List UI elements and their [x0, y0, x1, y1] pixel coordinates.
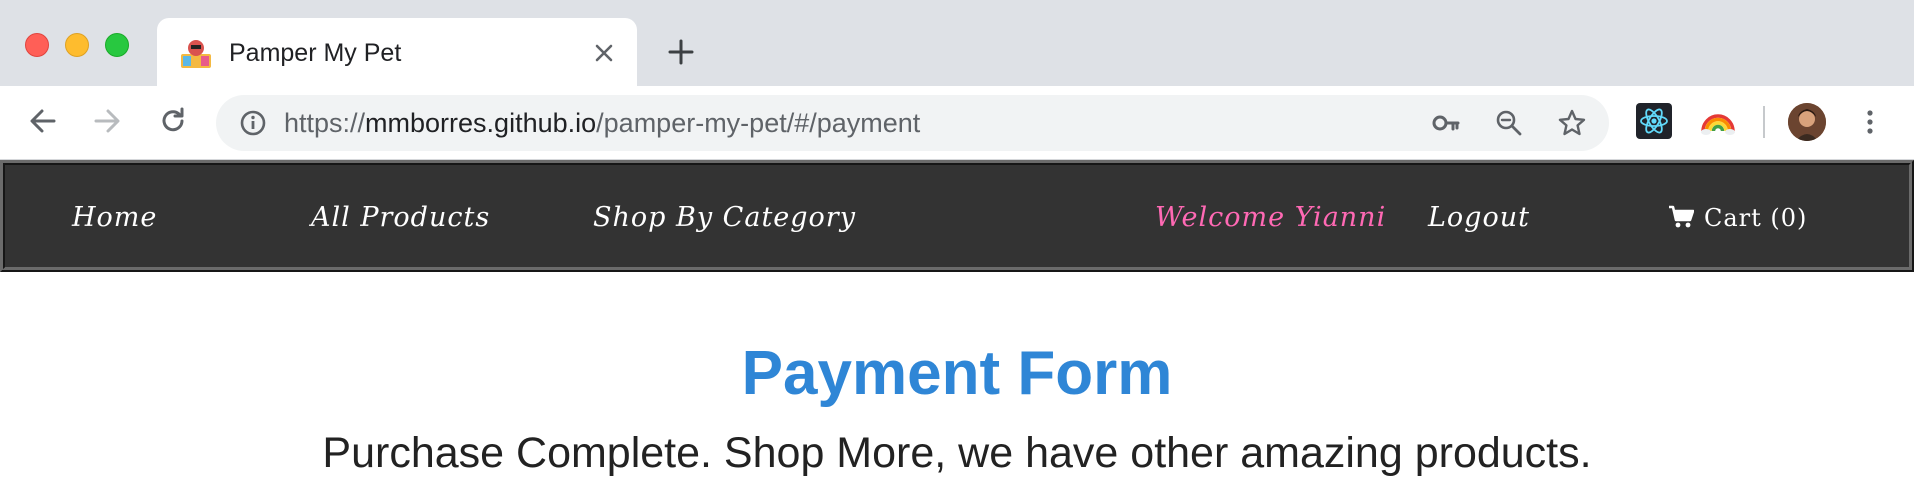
info-icon[interactable]	[238, 108, 268, 138]
nav-shop-by-category-link[interactable]: Shop By Category	[593, 201, 856, 235]
key-icon[interactable]	[1431, 108, 1461, 138]
welcome-user-text: Welcome Yianni	[1155, 202, 1387, 233]
url-scheme: https://	[284, 108, 366, 138]
purchase-complete-message: Purchase Complete. Shop More, we have ot…	[322, 429, 1592, 477]
close-window-button[interactable]	[25, 33, 49, 57]
nav-all-products-link[interactable]: All Products	[311, 201, 490, 235]
shopping-cart-icon	[1669, 205, 1694, 228]
zoom-out-icon[interactable]	[1494, 108, 1524, 138]
toolbar-divider	[1763, 106, 1765, 138]
pet-favicon-icon	[181, 40, 211, 68]
maximize-window-button[interactable]	[105, 33, 129, 57]
nav-logout-link[interactable]: Logout	[1428, 201, 1530, 235]
browser-tab-strip: Pamper My Pet	[0, 0, 1914, 86]
forward-arrow-icon[interactable]	[90, 104, 124, 138]
minimize-window-button[interactable]	[65, 33, 89, 57]
url-host: mmborres.github.io	[365, 108, 597, 138]
nav-cart-link[interactable]: Cart (0)	[1668, 201, 1807, 235]
back-arrow-icon[interactable]	[26, 104, 60, 138]
reload-icon[interactable]	[156, 104, 190, 138]
react-icon[interactable]	[1636, 103, 1672, 139]
profile-avatar[interactable]	[1788, 103, 1826, 141]
browser-toolbar: https://mmborres.github.io/pamper-my-pet…	[0, 86, 1914, 160]
url-text[interactable]: https://mmborres.github.io/pamper-my-pet…	[284, 107, 920, 139]
star-icon[interactable]	[1557, 108, 1587, 138]
close-tab-icon[interactable]	[589, 38, 619, 68]
nav-home-link[interactable]: Home	[72, 201, 157, 235]
app-navbar: Home All Products Shop By Category Welco…	[0, 160, 1914, 272]
rainbow-icon[interactable]	[1700, 103, 1736, 139]
page-title: Payment Form	[741, 338, 1173, 408]
address-bar[interactable]: https://mmborres.github.io/pamper-my-pet…	[216, 95, 1609, 151]
tab-title: Pamper My Pet	[229, 39, 402, 67]
avatar-image-icon	[1788, 103, 1826, 141]
cart-label: Cart (0)	[1704, 204, 1808, 232]
new-tab-icon[interactable]	[666, 37, 696, 67]
more-vert-icon[interactable]	[1858, 104, 1882, 140]
url-path: /pamper-my-pet/#/payment	[596, 108, 921, 138]
browser-tab-active[interactable]: Pamper My Pet	[157, 18, 637, 86]
